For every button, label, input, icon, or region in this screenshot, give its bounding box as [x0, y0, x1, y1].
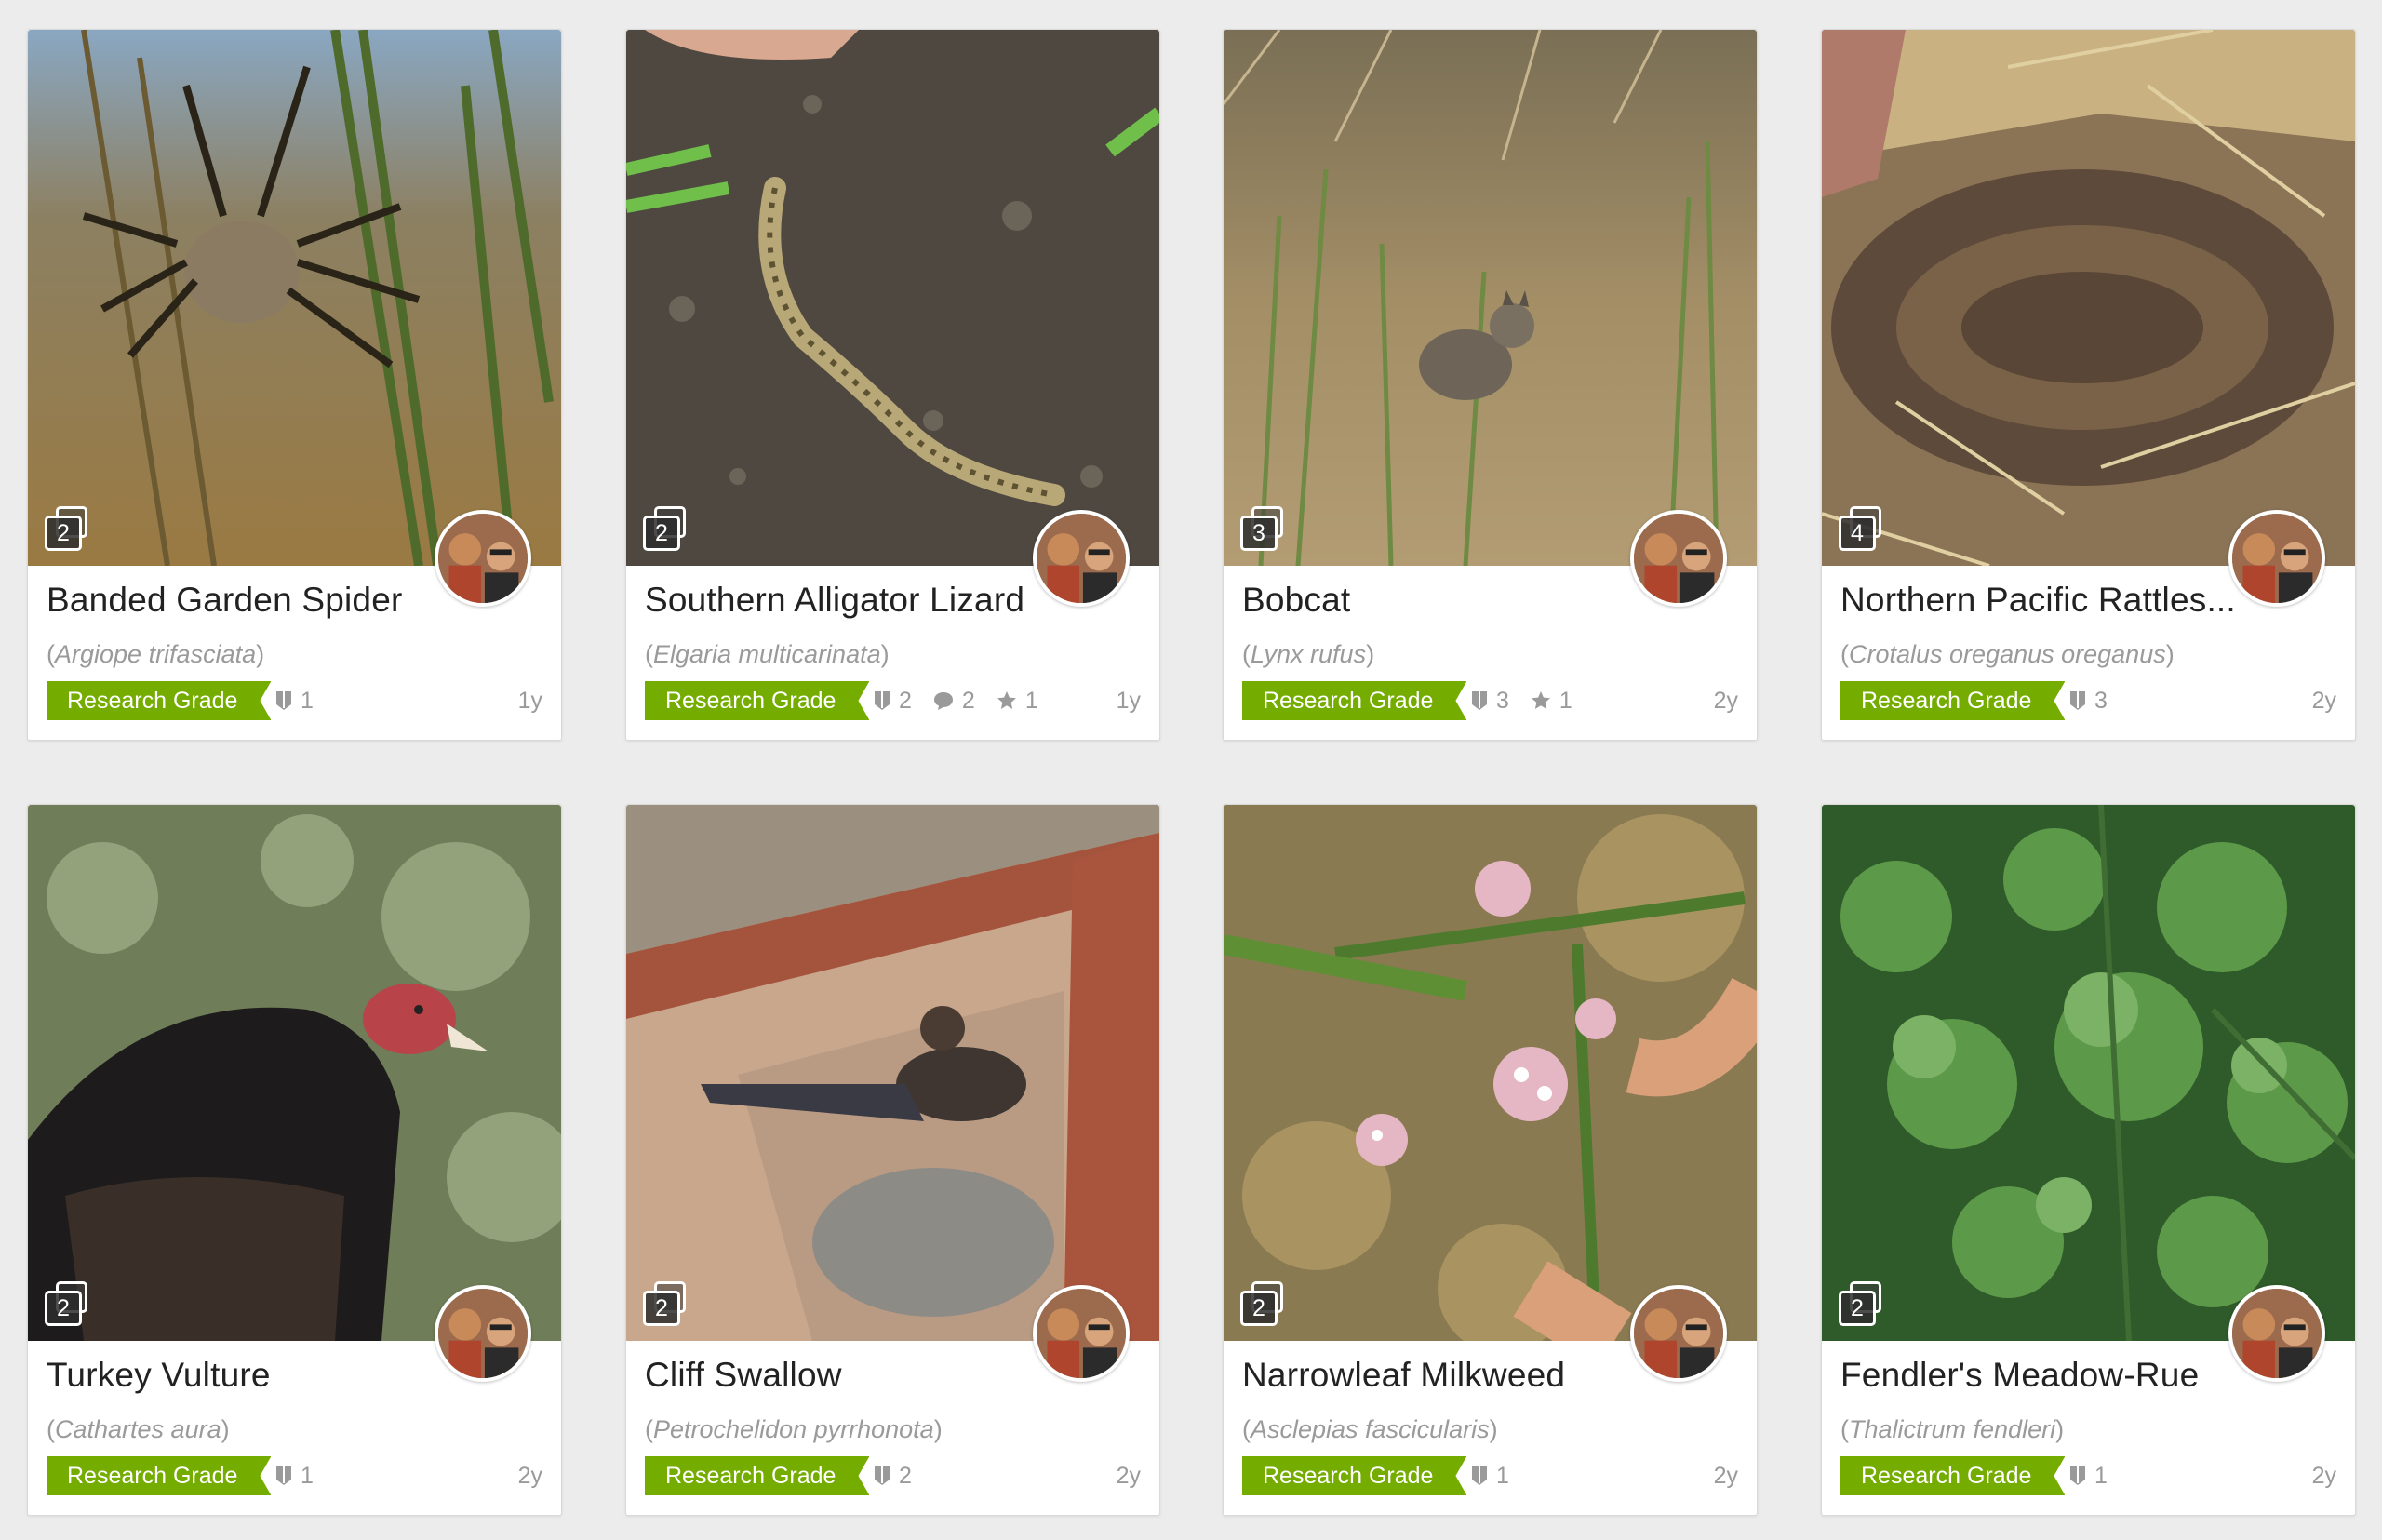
common-name[interactable]: Northern Pacific Rattles... — [1840, 581, 2241, 620]
observation-card[interactable]: 4 Northern Pacific Rattles... (Crotalus … — [1821, 29, 2356, 741]
common-name[interactable]: Turkey Vulture — [47, 1356, 447, 1395]
user-avatar[interactable] — [435, 510, 531, 607]
observation-card[interactable]: 2 Southern Alligator Lizard (Elgaria mul… — [625, 29, 1160, 741]
common-name[interactable]: Southern Alligator Lizard — [645, 581, 1045, 620]
photo-count-badge: 2 — [1839, 1281, 1883, 1326]
identifications-stat: 1 — [274, 1463, 314, 1490]
identification-icon — [875, 691, 890, 710]
user-avatar[interactable] — [1033, 510, 1130, 607]
quality-grade-badge: Research Grade — [47, 681, 271, 720]
identifications-stat: 2 — [873, 1463, 912, 1490]
user-avatar[interactable] — [1033, 1285, 1130, 1382]
observation-stats: 1 — [274, 684, 334, 717]
observation-age: 2y — [1116, 1463, 1141, 1489]
scientific-name[interactable]: (Argiope trifasciata) — [47, 640, 530, 669]
observation-age: 2y — [517, 1463, 542, 1489]
observation-card[interactable]: 2 Fendler's Meadow-Rue (Thalictrum fendl… — [1821, 804, 2356, 1516]
user-avatar[interactable] — [2228, 1285, 2325, 1382]
observation-photo[interactable] — [1822, 805, 2355, 1341]
identifications-stat: 1 — [1470, 1463, 1509, 1490]
faves-stat: 1 — [1530, 688, 1572, 715]
observation-age: 2y — [2311, 1463, 2336, 1489]
identifications-stat: 2 — [873, 688, 912, 715]
identification-icon — [2070, 691, 2085, 710]
observation-age: 2y — [2311, 688, 2336, 714]
observation-age: 2y — [1713, 688, 1738, 714]
common-name[interactable]: Narrowleaf Milkweed — [1242, 1356, 1642, 1395]
photo-count-badge: 2 — [45, 506, 89, 551]
identification-icon — [276, 1466, 291, 1485]
identification-icon — [2070, 1466, 2085, 1485]
quality-grade-badge: Research Grade — [1840, 681, 2065, 720]
scientific-name[interactable]: (Thalictrum fendleri) — [1840, 1415, 2324, 1444]
identification-icon — [875, 1466, 890, 1485]
user-avatar[interactable] — [1630, 1285, 1727, 1382]
quality-grade-badge: Research Grade — [1840, 1456, 2065, 1495]
identification-icon — [276, 691, 291, 710]
identifications-stat: 1 — [2068, 1463, 2108, 1490]
observation-card[interactable]: 2 Turkey Vulture (Cathartes aura) Resear… — [27, 804, 562, 1516]
photo-count-badge: 2 — [45, 1281, 89, 1326]
observation-stats: 1 — [2068, 1459, 2128, 1493]
observation-card[interactable]: 2 Narrowleaf Milkweed (Asclepias fascicu… — [1223, 804, 1758, 1516]
quality-grade-badge: Research Grade — [47, 1456, 271, 1495]
star-icon — [997, 691, 1016, 709]
scientific-name[interactable]: (Cathartes aura) — [47, 1415, 530, 1444]
observation-card[interactable]: 2 Banded Garden Spider (Argiope trifasci… — [27, 29, 562, 741]
observation-age: 1y — [1116, 688, 1141, 714]
common-name[interactable]: Banded Garden Spider — [47, 581, 447, 620]
common-name[interactable]: Bobcat — [1242, 581, 1642, 620]
photo-count-badge: 2 — [643, 1281, 688, 1326]
scientific-name[interactable]: (Crotalus oreganus oreganus) — [1840, 640, 2324, 669]
common-name[interactable]: Fendler's Meadow-Rue — [1840, 1356, 2241, 1395]
observation-stats: 2 — [873, 1459, 932, 1493]
scientific-name[interactable]: (Elgaria multicarinata) — [645, 640, 1129, 669]
common-name[interactable]: Cliff Swallow — [645, 1356, 1045, 1395]
observation-stats: 1 — [1470, 1459, 1530, 1493]
photo-count-badge: 4 — [1839, 506, 1883, 551]
faves-stat: 1 — [996, 688, 1038, 715]
observation-photo[interactable] — [1224, 805, 1757, 1341]
observation-photo[interactable] — [28, 805, 561, 1341]
identifications-stat: 3 — [1470, 688, 1509, 715]
observation-photo[interactable] — [626, 30, 1159, 566]
observation-stats: 3 — [2068, 684, 2128, 717]
scientific-name[interactable]: (Petrochelidon pyrrhonota) — [645, 1415, 1129, 1444]
identifications-stat: 3 — [2068, 688, 2108, 715]
observation-photo[interactable] — [626, 805, 1159, 1341]
quality-grade-badge: Research Grade — [1242, 681, 1466, 720]
observation-card[interactable]: 3 Bobcat (Lynx rufus) Research Grade 3 1… — [1223, 29, 1758, 741]
identifications-stat: 1 — [274, 688, 314, 715]
comments-stat: 2 — [932, 688, 975, 715]
user-avatar[interactable] — [2228, 510, 2325, 607]
photo-count-badge: 3 — [1240, 506, 1285, 551]
observation-stats: 2 2 1 — [873, 684, 1059, 717]
observation-photo[interactable] — [1822, 30, 2355, 566]
identification-icon — [1472, 1466, 1487, 1485]
observation-stats: 1 — [274, 1459, 334, 1493]
star-icon — [1531, 691, 1550, 709]
quality-grade-badge: Research Grade — [1242, 1456, 1466, 1495]
scientific-name[interactable]: (Asclepias fascicularis) — [1242, 1415, 1726, 1444]
observation-photo[interactable] — [28, 30, 561, 566]
observation-photo[interactable] — [1224, 30, 1757, 566]
identification-icon — [1472, 691, 1487, 710]
user-avatar[interactable] — [1630, 510, 1727, 607]
observation-stats: 3 1 — [1470, 684, 1593, 717]
comment-icon — [933, 692, 953, 710]
photo-count-badge: 2 — [643, 506, 688, 551]
observation-age: 2y — [1713, 1463, 1738, 1489]
observation-card[interactable]: 2 Cliff Swallow (Petrochelidon pyrrhonot… — [625, 804, 1160, 1516]
observation-age: 1y — [517, 688, 542, 714]
quality-grade-badge: Research Grade — [645, 1456, 869, 1495]
observation-grid: 2 Banded Garden Spider (Argiope trifasci… — [0, 0, 2382, 1540]
quality-grade-badge: Research Grade — [645, 681, 869, 720]
photo-count-badge: 2 — [1240, 1281, 1285, 1326]
scientific-name[interactable]: (Lynx rufus) — [1242, 640, 1726, 669]
user-avatar[interactable] — [435, 1285, 531, 1382]
